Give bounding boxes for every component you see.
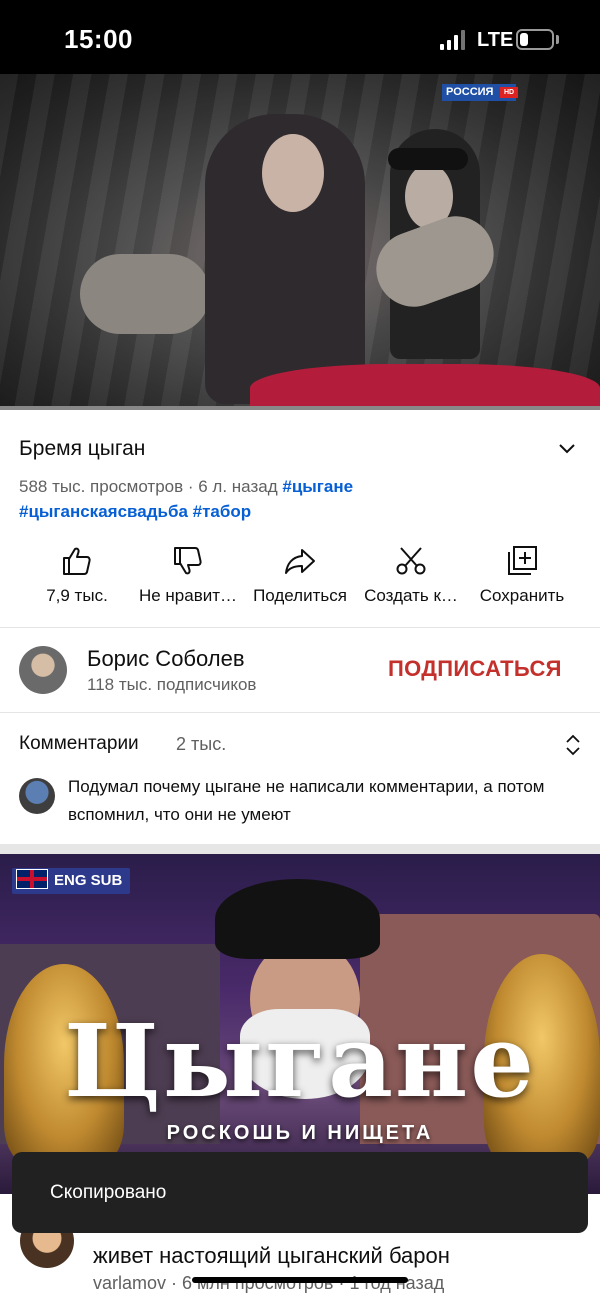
next-video-views-age: 6 млн просмотров · 1 год назад [182,1273,445,1293]
signal-icon [440,30,466,50]
video-title[interactable]: Бремя цыган [19,437,145,461]
eng-sub-label: ENG SUB [54,872,123,889]
clip-button[interactable]: Создать к… [352,540,470,620]
next-video-channel[interactable]: varlamov [93,1273,166,1293]
share-icon [285,549,315,574]
save-label: Сохранить [479,586,565,605]
battery-icon [516,29,554,50]
video-player[interactable] [0,74,600,408]
video-frame-guitar [80,254,210,334]
commenter-avatar [19,778,55,814]
channel-avatar[interactable] [19,646,67,694]
toast: Скопировано [12,1152,588,1233]
subscriber-count: 118 тыс. подписчиков [87,675,257,694]
clip-label: Создать к… [364,586,458,605]
comments-header[interactable]: Комментарии [19,733,139,755]
battery-nub [556,35,559,44]
share-button[interactable]: Поделиться [241,540,359,620]
eng-sub-badge: ENG SUB [12,868,131,894]
chevron-down-icon[interactable] [556,440,578,456]
thumbnail-subtitle: РОСКОШЬ И НИЩЕТА [166,1122,434,1144]
divider [0,712,600,713]
next-video-title[interactable]: живет настоящий цыганский барон [93,1243,450,1269]
hashtag-link[interactable]: #табор [193,502,252,521]
battery-level [520,33,528,46]
thumbs-up-icon [63,547,91,575]
toast-message: Скопировано [50,1182,167,1203]
comments-count: 2 тыс. [176,734,227,754]
video-frame-hat [388,148,468,170]
like-count: 7,9 тыс. [46,586,108,605]
section-separator [0,844,600,854]
video-meta: 588 тыс. просмотров · 6 л. назад #цыгане… [19,474,579,524]
tv-channel-logo: РОССИЯ HD [442,84,518,101]
tv-channel-logo-text: РОССИЯ [446,86,494,98]
add-to-playlist-icon [508,546,537,575]
views-and-age: 588 тыс. просмотров · 6 л. назад [19,477,278,496]
status-bar: 15:00 LTE [0,0,600,74]
divider [0,627,600,628]
video-progress-bar[interactable] [0,406,600,410]
hashtag-link[interactable]: #цыганскаясвадьба [19,502,188,521]
next-video-thumbnail[interactable]: ENG SUB Цыгане РОСКОШЬ И НИЩЕТА [0,854,600,1194]
thumbnail-title: Цыгане [64,1002,536,1120]
video-frame-skirt [250,364,600,408]
uk-flag-icon [16,869,48,889]
scissors-icon [396,547,426,575]
channel-name[interactable]: Борис Соболев [87,646,245,672]
expand-comments-icon[interactable] [565,733,581,757]
home-indicator[interactable] [192,1277,408,1283]
dislike-label: Не нравит… [138,586,238,605]
action-bar: 7,9 тыс. Не нравит… Поделиться Создать к… [0,540,600,620]
dislike-button[interactable]: Не нравит… [129,540,247,620]
video-frame-singer-face [262,134,324,212]
like-button[interactable]: 7,9 тыс. [18,540,136,620]
hashtag-link[interactable]: #цыгане [282,477,353,496]
hd-badge: HD [500,87,518,98]
thumbnail-hat [215,879,380,959]
thumbs-down-icon [174,547,202,575]
status-time: 15:00 [64,24,133,54]
network-type: LTE [477,29,514,51]
top-comment[interactable]: Подумал почему цыгане не написали коммен… [68,773,568,829]
subscribe-button[interactable]: ПОДПИСАТЬСЯ [388,656,562,682]
share-label: Поделиться [253,586,347,605]
save-button[interactable]: Сохранить [463,540,581,620]
